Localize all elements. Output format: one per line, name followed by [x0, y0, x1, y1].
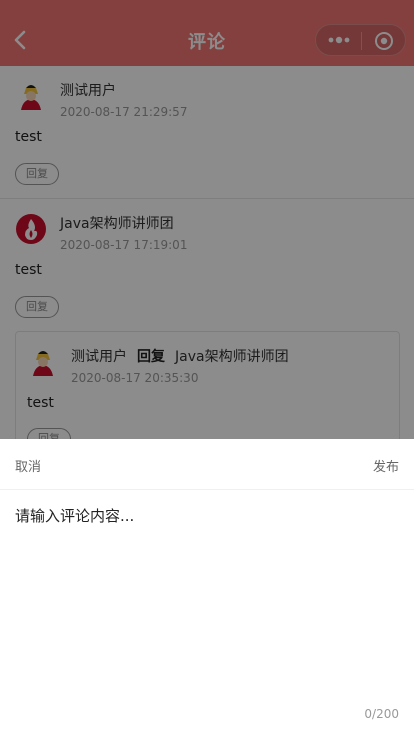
modal-overlay[interactable] [0, 0, 414, 439]
cancel-button[interactable]: 取消 [15, 456, 41, 475]
char-counter: 0/200 [364, 707, 399, 721]
publish-button[interactable]: 发布 [373, 456, 399, 475]
panel-toolbar: 取消 发布 [0, 439, 414, 490]
comment-input-panel: 取消 发布 0/200 [0, 439, 414, 736]
comment-textarea[interactable] [15, 505, 399, 695]
